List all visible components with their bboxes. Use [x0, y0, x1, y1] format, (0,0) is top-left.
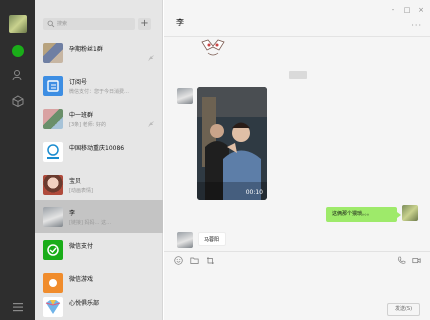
- chat-list-item[interactable]: 微信支付: [35, 233, 163, 266]
- china-mobile-logo: [43, 142, 63, 162]
- chat-list: 搜索 + 孕期粉丝1群 订阅号 微信支付：您于今日消费… 中一班群 [3条] 老…: [35, 0, 163, 320]
- video-call-icon[interactable]: [412, 256, 421, 265]
- chat-preview: [3条] 老师: 好的: [69, 122, 106, 128]
- mute-icon: [148, 55, 154, 61]
- close-button[interactable]: ×: [416, 6, 426, 14]
- chat-name: 李: [69, 210, 76, 217]
- add-button[interactable]: +: [138, 18, 151, 30]
- group-avatar: [43, 43, 63, 63]
- screenshot-icon[interactable]: [206, 256, 215, 265]
- wechat-pay-icon: [43, 240, 63, 260]
- conversation-title: 李: [176, 18, 184, 27]
- voice-call-icon[interactable]: [397, 256, 406, 265]
- more-icon[interactable]: ···: [411, 21, 422, 30]
- chat-list-item[interactable]: 孕期粉丝1群: [35, 36, 163, 69]
- chat-preview: 微信支付：您于今日消费…: [69, 89, 130, 95]
- conversation-panel: - □ × 李 ··· 00:10 这俩那个猥琐。。。 马蓉阳 发送(S): [164, 0, 430, 320]
- user-avatar[interactable]: [402, 205, 418, 221]
- navigation-rail: [0, 0, 35, 320]
- chat-name: 宝贝: [69, 178, 82, 185]
- chat-list-item-active[interactable]: 李 [链接] 妈妈… 这…: [35, 200, 163, 233]
- chat-name: 订阅号: [69, 79, 88, 86]
- chat-name: 心悦俱乐部: [69, 300, 100, 307]
- chat-preview: [链接] 妈妈… 这…: [69, 220, 112, 226]
- menu-icon[interactable]: [12, 302, 24, 312]
- received-message-bubble[interactable]: 马蓉阳: [198, 232, 226, 246]
- chat-list-item[interactable]: 中国移动重庆10086: [35, 135, 163, 168]
- chat-list-item[interactable]: 心悦俱乐部: [35, 290, 163, 320]
- chat-list-item[interactable]: 宝贝 [动画表情]: [35, 168, 163, 201]
- chat-name: 中国移动重庆10086: [69, 145, 125, 152]
- subscription-icon: [43, 76, 63, 96]
- group-avatar: [43, 109, 63, 129]
- chat-name: 微信支付: [69, 243, 94, 250]
- folder-icon[interactable]: [190, 256, 199, 265]
- chat-name: 孕期粉丝1群: [69, 46, 103, 53]
- chat-preview: [动画表情]: [69, 188, 93, 194]
- sticker-image[interactable]: [200, 38, 226, 58]
- video-duration: 00:10: [245, 189, 263, 196]
- chat-name: 中一班群: [69, 112, 94, 119]
- contact-avatar: [43, 175, 63, 195]
- sent-message-bubble[interactable]: 这俩那个猥琐。。。: [326, 207, 401, 222]
- contact-avatar: [43, 207, 63, 227]
- favorites-icon[interactable]: [12, 95, 24, 107]
- mute-icon: [148, 121, 154, 127]
- search-input[interactable]: 搜索: [57, 20, 67, 28]
- contact-avatar[interactable]: [177, 88, 193, 104]
- video-message[interactable]: 00:10: [197, 87, 267, 200]
- search-box[interactable]: 搜索: [43, 18, 135, 30]
- maximize-button[interactable]: □: [402, 6, 412, 14]
- user-avatar[interactable]: [9, 15, 27, 33]
- contacts-icon[interactable]: [12, 69, 24, 81]
- minimize-button[interactable]: -: [388, 6, 398, 14]
- send-button[interactable]: 发送(S): [387, 303, 420, 316]
- input-divider: [164, 251, 430, 252]
- contact-avatar[interactable]: [177, 232, 193, 248]
- chat-list-item[interactable]: 中一班群 [3条] 老师: 好的: [35, 102, 163, 135]
- system-time-badge: [289, 71, 307, 79]
- chat-icon[interactable]: [12, 45, 24, 57]
- header-divider: [164, 36, 430, 37]
- club-logo: [43, 297, 63, 317]
- emoji-icon[interactable]: [174, 256, 183, 265]
- chat-list-item[interactable]: 订阅号 微信支付：您于今日消费…: [35, 69, 163, 102]
- chat-name: 微信游戏: [69, 276, 94, 283]
- search-icon: [47, 20, 55, 28]
